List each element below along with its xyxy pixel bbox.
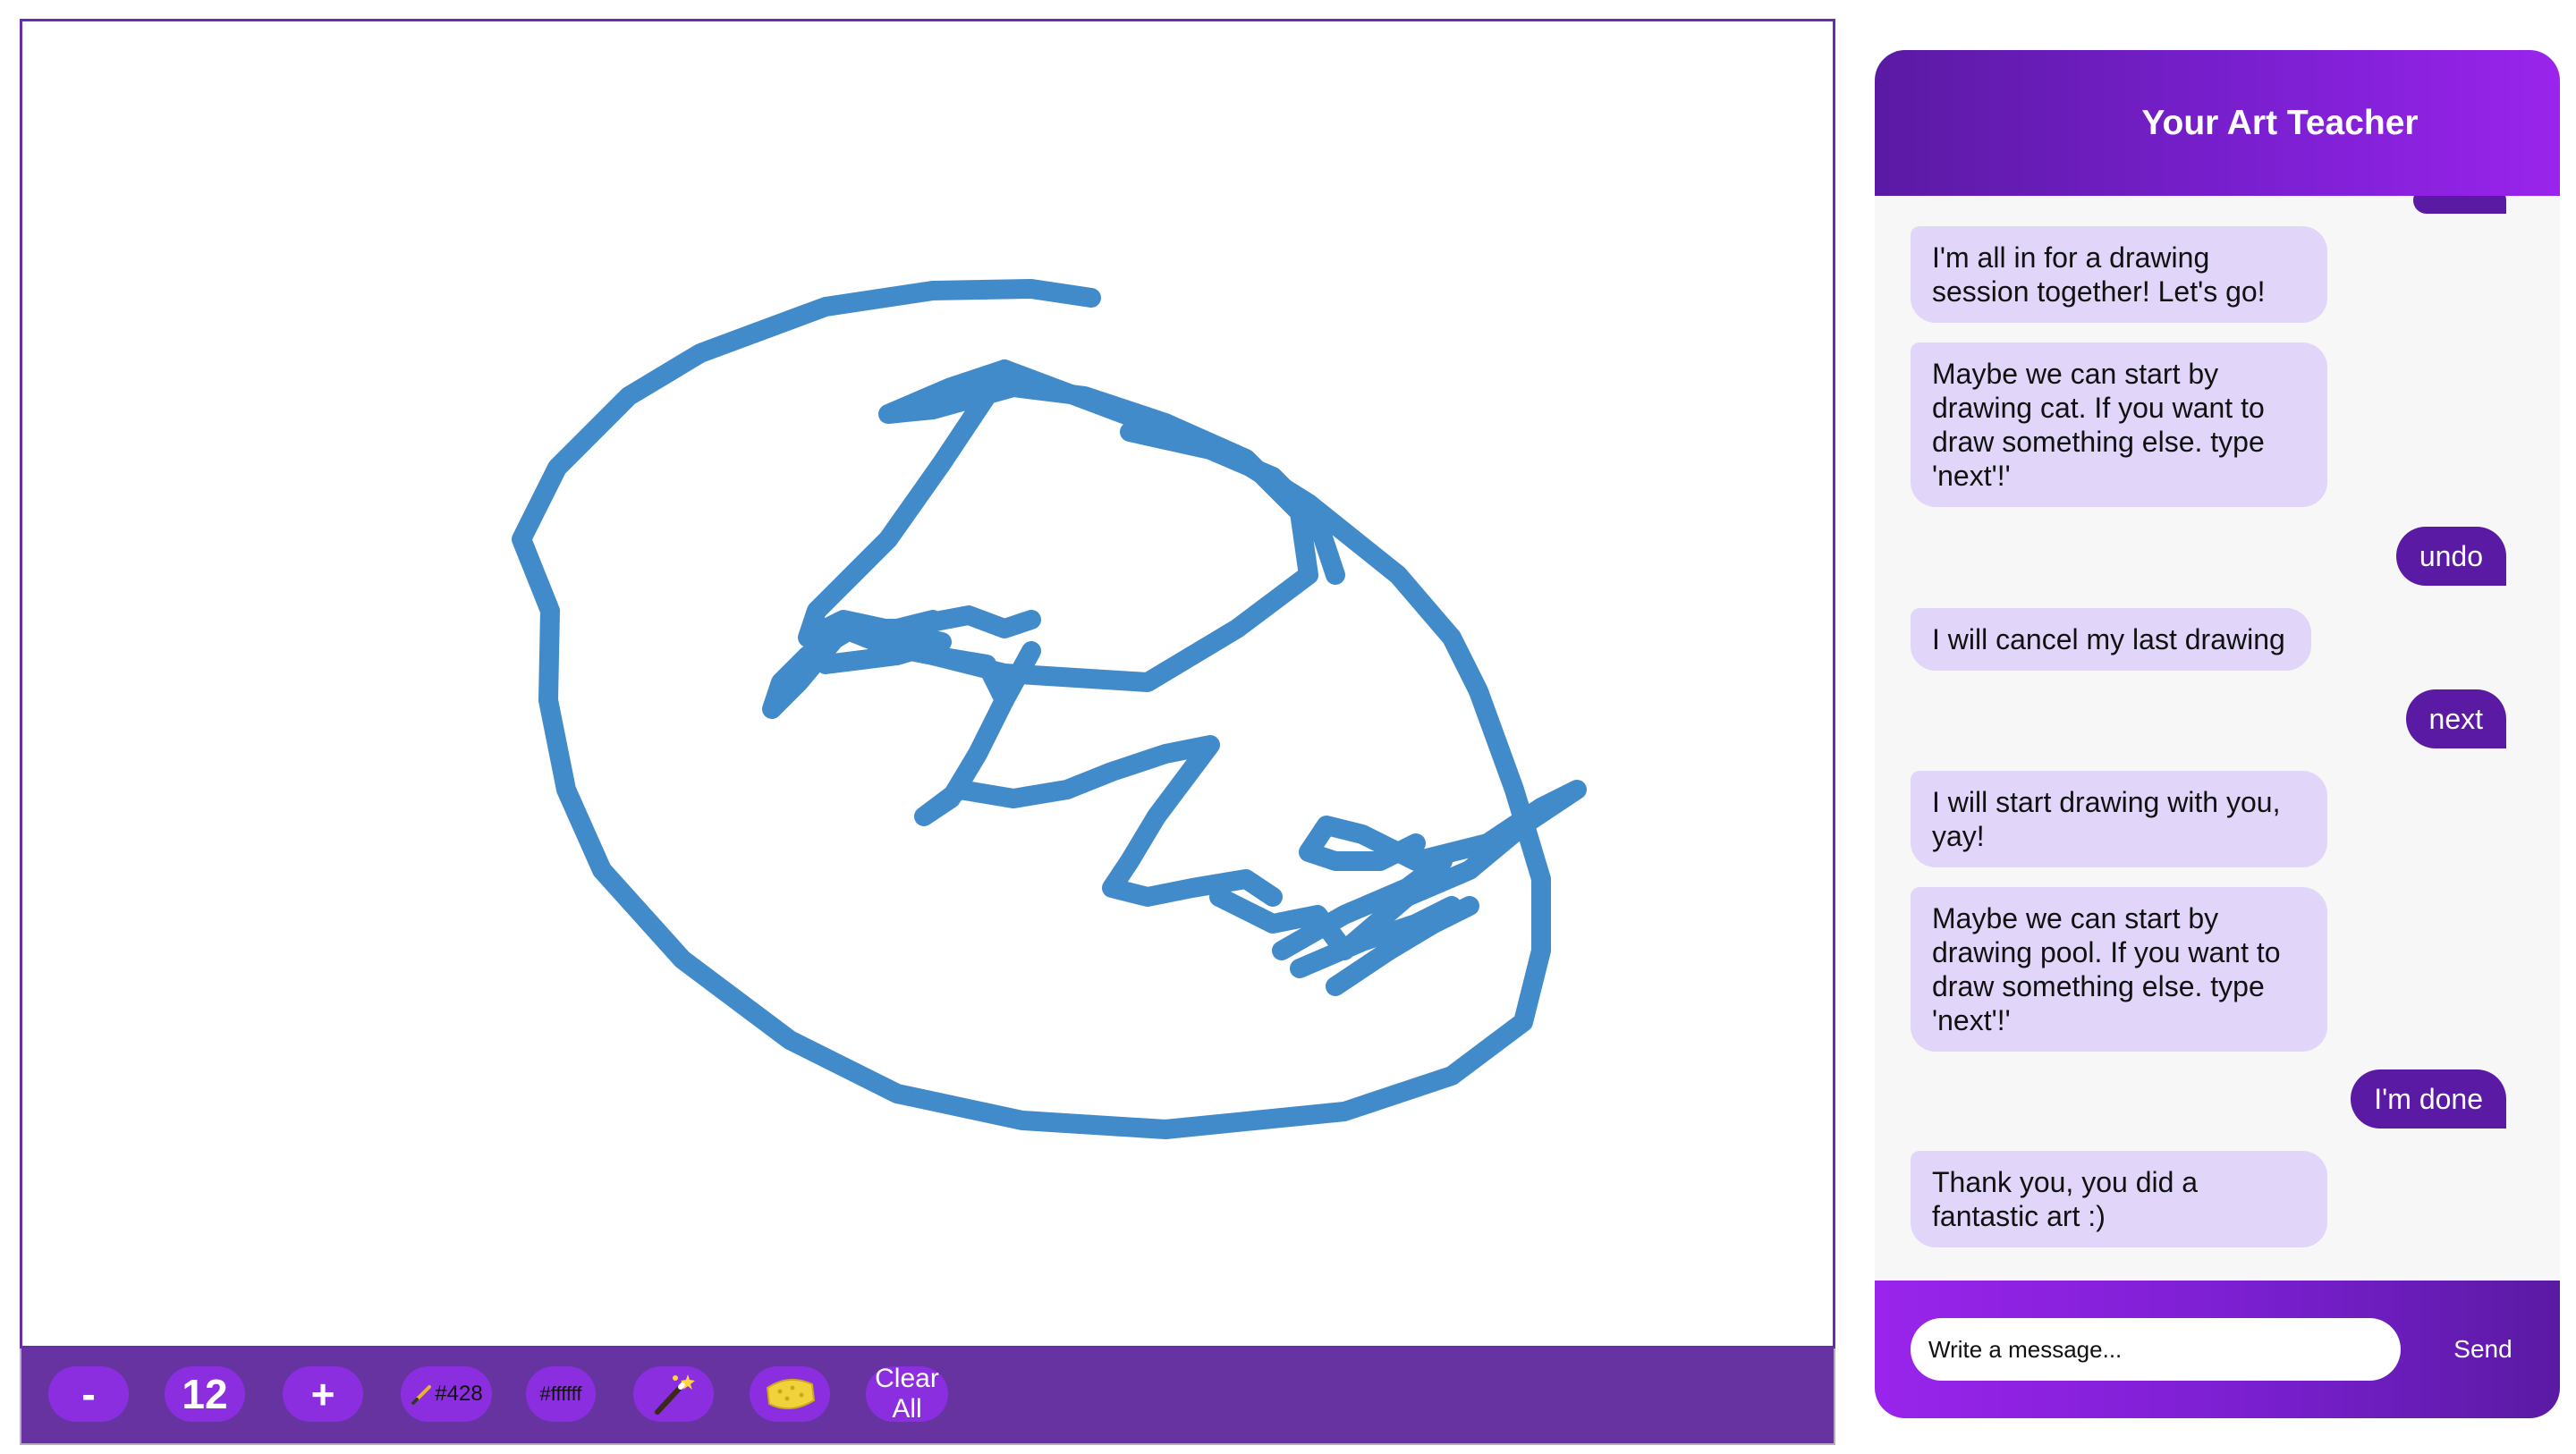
eraser-button[interactable] — [750, 1366, 830, 1422]
increase-size-button[interactable]: + — [283, 1366, 363, 1422]
chat-header: Your Art Teacher — [1875, 50, 2560, 196]
message-user: next — [2405, 689, 2506, 748]
drawing-canvas[interactable] — [20, 19, 1835, 1348]
magic-wand-icon — [655, 1374, 695, 1415]
message-bot: I will start drawing with you, yay! — [1911, 771, 2327, 867]
drawing-strokes — [512, 279, 1587, 1139]
message-bot: I'm all in for a drawing session togethe… — [1911, 226, 2327, 323]
magic-wand-button[interactable] — [633, 1366, 714, 1422]
clear-all-button[interactable]: Clear All — [866, 1366, 948, 1422]
brush-stroke — [512, 279, 1551, 1139]
message-bot: Maybe we can start by drawing cat. If yo… — [1911, 342, 2327, 507]
message-input[interactable] — [1911, 1318, 2401, 1381]
decrease-size-button[interactable]: - — [48, 1366, 129, 1422]
brush-stroke — [887, 605, 1041, 638]
pencil-icon — [411, 1385, 432, 1405]
chat-panel: Your Art Teacher I'm all in for a drawin… — [1875, 50, 2560, 1418]
chat-title: Your Art Teacher — [2141, 103, 2419, 142]
drawing-svg — [512, 279, 1587, 1139]
background-color-label: #ffffff — [539, 1382, 582, 1405]
background-color-button[interactable]: #ffffff — [526, 1366, 596, 1422]
message-user: I'm done — [2351, 1069, 2506, 1129]
message-user: undo — [2395, 527, 2506, 586]
brush-color-button[interactable]: #428 — [401, 1366, 492, 1422]
message-list[interactable]: I'm all in for a drawing session togethe… — [1875, 196, 2560, 1331]
send-button[interactable]: Send — [2429, 1318, 2537, 1381]
message-bot: I will cancel my last drawing — [1911, 608, 2311, 671]
sponge-icon — [766, 1378, 816, 1410]
message-bot: Thank you, you did a fantastic art :) — [1911, 1151, 2327, 1247]
brush-color-label: #428 — [435, 1382, 483, 1406]
message-bot: Maybe we can start by drawing pool. If y… — [1911, 887, 2327, 1052]
chat-footer: Send — [1875, 1281, 2560, 1418]
toolbar: - 12 + #428 #ffffff Clear All — [20, 1348, 1835, 1445]
message-bubble-clipped — [2413, 196, 2506, 214]
brush-size-display: 12 — [165, 1366, 245, 1422]
